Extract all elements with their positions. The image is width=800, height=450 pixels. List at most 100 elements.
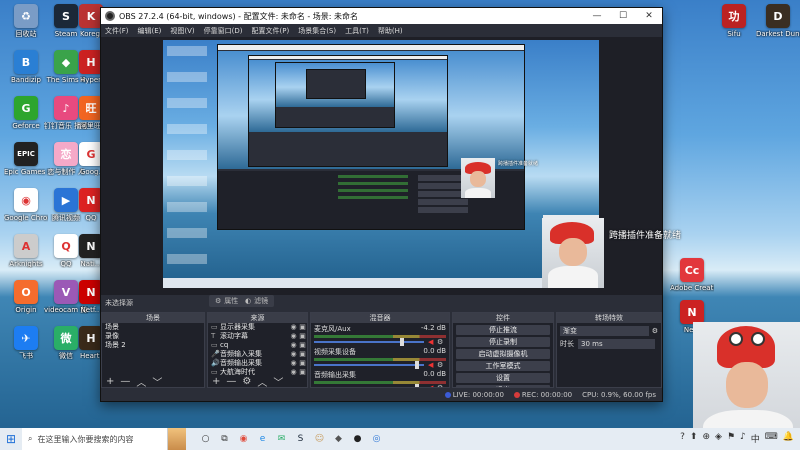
menu-item[interactable]: 编辑(E): [138, 26, 162, 36]
eye-icon[interactable]: ◉: [289, 323, 298, 332]
desktop-icon[interactable]: HHyper...: [79, 50, 103, 84]
move-down-icon[interactable]: ﹀: [152, 374, 162, 388]
source-item[interactable]: T 滚动字幕 ◉ ▣: [208, 332, 307, 341]
move-up-icon[interactable]: ︿: [136, 374, 146, 388]
obs-preview[interactable]: 跨播插件准备就绪 跨播插件准备就绪: [101, 37, 681, 295]
transition-type-select[interactable]: 渐变: [560, 326, 649, 336]
remove-scene-button[interactable]: —: [120, 376, 130, 387]
scene-item[interactable]: 场景: [102, 323, 204, 332]
lock-icon[interactable]: ▣: [298, 323, 307, 332]
menu-item[interactable]: 停靠窗口(D): [204, 26, 243, 36]
desktop-icon[interactable]: O Origin: [4, 280, 48, 314]
taskbar-app-icon[interactable]: e: [254, 431, 271, 448]
desktop-icon[interactable]: D Darkest Dungeon II: [756, 4, 800, 38]
taskbar-app-icon[interactable]: ✉: [273, 431, 290, 448]
tray-icon[interactable]: 🔔: [783, 432, 794, 445]
tray-icon[interactable]: ◈: [715, 432, 722, 445]
add-scene-button[interactable]: +: [106, 376, 114, 387]
transition-gear-icon[interactable]: ⚙: [652, 327, 658, 335]
control-button[interactable]: 停止录制: [456, 337, 550, 347]
source-item[interactable]: ▭ cq ◉ ▣: [208, 341, 307, 350]
lock-icon[interactable]: ▣: [298, 341, 307, 350]
remove-source-button[interactable]: —: [226, 376, 236, 387]
desktop-icon[interactable]: HHearth...: [79, 326, 103, 360]
minimize-button[interactable]: —: [584, 11, 610, 21]
tray-icon[interactable]: ⌨: [765, 432, 778, 445]
menu-item[interactable]: 场景集合(S): [298, 26, 336, 36]
desktop-icon[interactable]: KKorega...: [79, 4, 103, 38]
menu-item[interactable]: 配置文件(P): [252, 26, 290, 36]
fader-track[interactable]: [314, 361, 424, 369]
fader-knob[interactable]: [399, 338, 404, 346]
close-button[interactable]: ✕: [636, 11, 662, 21]
eye-icon[interactable]: ◉: [289, 350, 298, 359]
menu-item[interactable]: 帮助(H): [378, 26, 403, 36]
volume-fader[interactable]: ◀ ⚙: [314, 361, 446, 369]
scene-item[interactable]: 场景 2: [102, 341, 204, 350]
desktop-icon[interactable]: ◉ Google Chrome: [4, 188, 48, 222]
taskbar-search[interactable]: ⌕ 在这里输入你要搜索的内容: [22, 428, 168, 450]
source-gear-icon[interactable]: ⚙: [242, 376, 251, 387]
tray-icon[interactable]: ?: [680, 432, 685, 445]
taskbar-app-icon[interactable]: ◉: [235, 431, 252, 448]
taskbar-search-input: 在这里输入你要搜索的内容: [37, 434, 134, 444]
control-button[interactable]: 启动虚拟摄像机: [456, 349, 550, 359]
tray-icon[interactable]: ⬆: [690, 432, 698, 445]
desktop-icon[interactable]: A Arknights: [4, 234, 48, 268]
eye-icon[interactable]: ◉: [289, 332, 298, 341]
menu-item[interactable]: 文件(F): [105, 26, 129, 36]
source-item[interactable]: ▭ 显示器采集 ◉ ▣: [208, 323, 307, 332]
menu-item[interactable]: 工具(T): [345, 26, 369, 36]
desktop-icon[interactable]: ✈ 飞书: [4, 326, 48, 360]
desktop-icon[interactable]: N Nati...: [79, 234, 103, 268]
control-button[interactable]: 工作室模式: [456, 361, 550, 371]
windows-start-icon[interactable]: ⊞: [0, 432, 22, 446]
gear-icon[interactable]: ⚙: [437, 361, 446, 369]
move-down-icon[interactable]: ﹀: [273, 374, 283, 388]
tray-icon[interactable]: ♪: [740, 432, 746, 445]
desktop-icon[interactable]: 功 Sifu: [712, 4, 756, 38]
desktop-icon[interactable]: GGoog...: [79, 142, 103, 176]
tray-icon[interactable]: 中: [751, 432, 760, 445]
desktop-icon[interactable]: B Bandizip: [4, 50, 48, 84]
move-up-icon[interactable]: ︿: [257, 374, 267, 388]
maximize-button[interactable]: ☐: [610, 11, 636, 21]
obs-titlebar[interactable]: OBS 27.2.4 (64-bit, windows) - 配置文件: 未命名…: [101, 8, 662, 24]
lock-icon[interactable]: ▣: [298, 350, 307, 359]
taskbar-app-icon[interactable]: ●: [349, 431, 366, 448]
speaker-icon[interactable]: ◀: [428, 338, 437, 346]
taskbar-app-icon[interactable]: ◆: [330, 431, 347, 448]
speaker-icon[interactable]: ◀: [428, 361, 437, 369]
desktop-icon[interactable]: 旺阿里旺旺: [79, 96, 103, 130]
menu-item[interactable]: 视图(V): [170, 26, 194, 36]
taskbar-app-icon[interactable]: ☺: [311, 431, 328, 448]
gear-icon[interactable]: ⚙: [437, 338, 446, 346]
taskbar-app-icon[interactable]: S: [292, 431, 309, 448]
taskbar-app-icon[interactable]: ○: [197, 431, 214, 448]
eye-icon[interactable]: ◉: [289, 359, 298, 368]
desktop-icon[interactable]: N Netf...: [79, 280, 103, 314]
control-button[interactable]: 设置: [456, 373, 550, 383]
lock-icon[interactable]: ▣: [298, 359, 307, 368]
fader-knob[interactable]: [415, 361, 420, 369]
source-item[interactable]: 🔊 音频输出采集 ◉ ▣: [208, 359, 307, 368]
duration-input[interactable]: 30 ms: [578, 339, 655, 349]
control-button[interactable]: 停止推流: [456, 325, 550, 335]
taskbar-app-icon[interactable]: ⧉: [216, 431, 233, 448]
taskbar-app-icon[interactable]: ◎: [368, 431, 385, 448]
lock-icon[interactable]: ▣: [298, 332, 307, 341]
eye-icon[interactable]: ◉: [289, 341, 298, 350]
desktop-icon[interactable]: G Geforce: [4, 96, 48, 130]
desktop-icon[interactable]: N QQ: [79, 188, 103, 222]
desktop-icon[interactable]: EPIC Epic Games Launcher: [4, 142, 48, 176]
filters-button[interactable]: ◐ 滤镜: [239, 295, 275, 307]
tray-icon[interactable]: ⊕: [702, 432, 710, 445]
tray-icon[interactable]: ⚑: [727, 432, 735, 445]
scene-item[interactable]: 录像: [102, 332, 204, 341]
source-item[interactable]: 🎤 音频输入采集 ◉ ▣: [208, 350, 307, 359]
volume-fader[interactable]: ◀ ⚙: [314, 338, 446, 346]
desktop-icon[interactable]: Cc Adobe Creative...: [670, 258, 714, 292]
add-source-button[interactable]: +: [212, 376, 220, 387]
desktop-icon[interactable]: ♻ 回收站: [4, 4, 48, 38]
fader-track[interactable]: [314, 338, 424, 346]
